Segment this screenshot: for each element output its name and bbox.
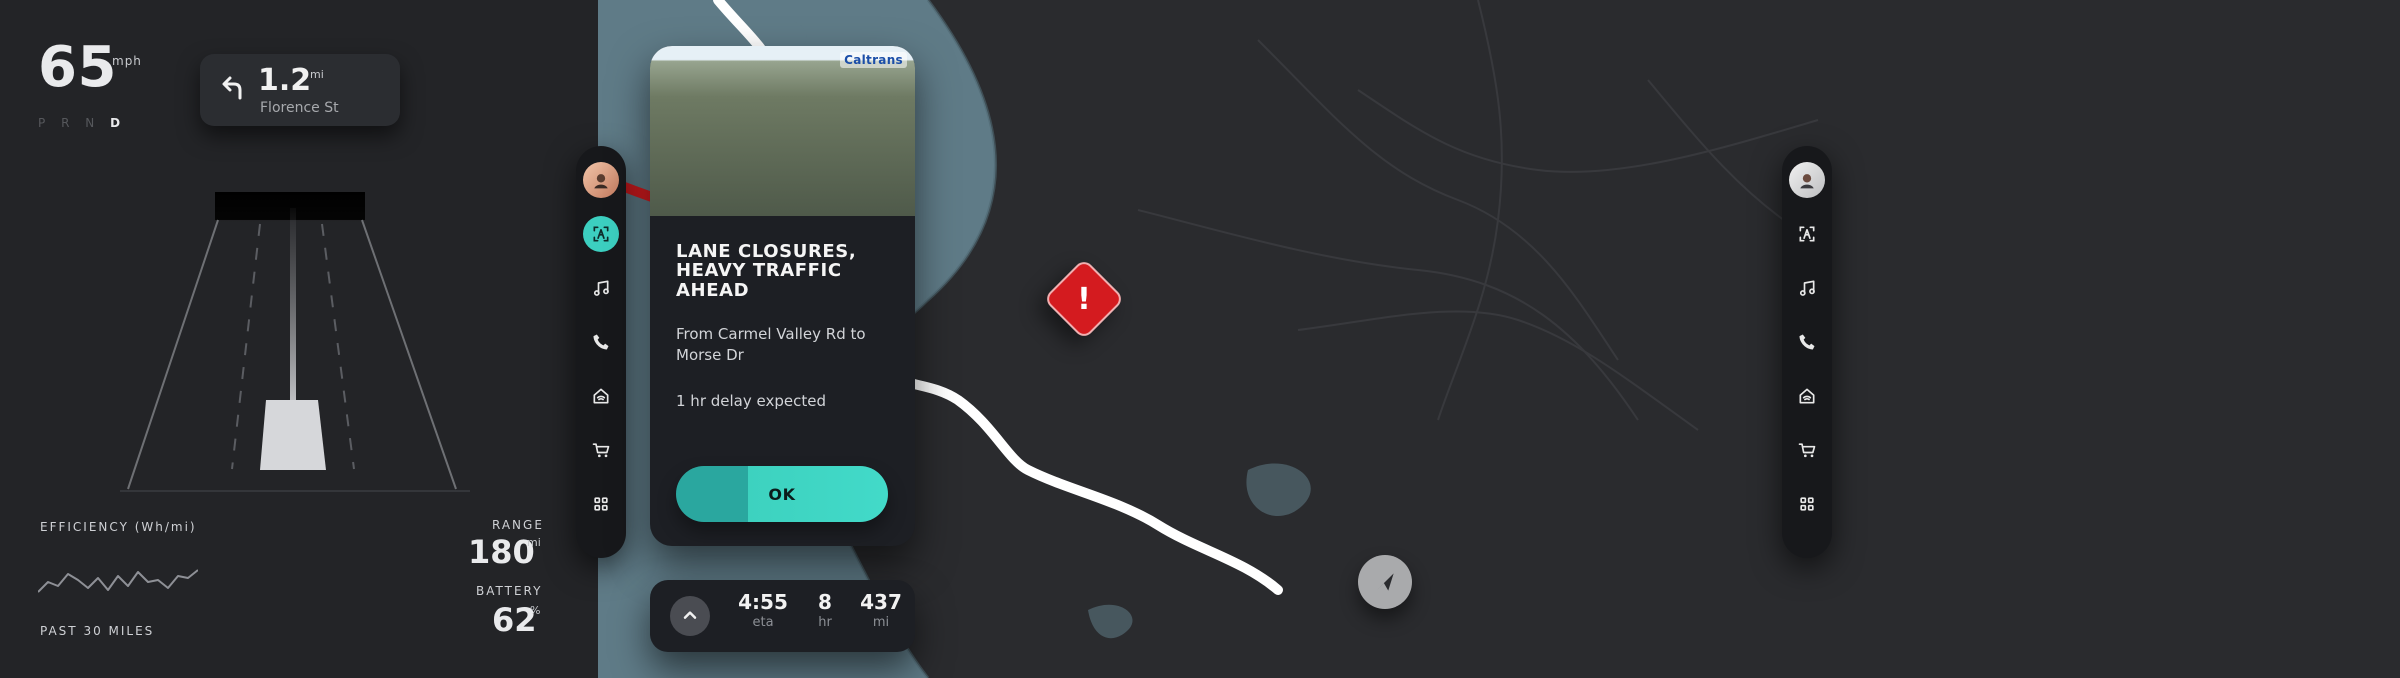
assistant-icon: [593, 226, 609, 242]
eta-time: 4:55 eta: [728, 592, 798, 634]
efficiency-sparkline: [37, 560, 199, 600]
traffic-camera-image: Caltrans: [650, 46, 915, 216]
chevron-up-icon: [683, 611, 697, 619]
turn-distance-unit: mi: [310, 68, 324, 81]
speed-value: 65: [38, 35, 117, 100]
warning-icon: !: [1077, 281, 1091, 317]
turn-distance: 1.2: [258, 63, 312, 98]
home-button[interactable]: [583, 378, 619, 414]
avatar-icon: [594, 174, 608, 189]
music-button[interactable]: [583, 270, 619, 306]
grid-icon: [594, 497, 608, 511]
eta-miles: 437 mi: [846, 592, 916, 634]
right-dock: [1782, 146, 1832, 558]
traffic-alert-card: Caltrans LANE CLOSURES, HEAVY TRAFFIC AH…: [650, 46, 915, 546]
alert-body: From Carmel Valley Rd to Morse Dr: [676, 325, 866, 364]
gear-d: D: [110, 116, 127, 130]
current-location-marker: [1358, 555, 1412, 609]
apps-button[interactable]: [583, 486, 619, 522]
eta-miles-value: 437: [860, 590, 902, 614]
lane-visualization: [120, 184, 470, 504]
eta-miles-label: mi: [872, 615, 890, 630]
past-30-miles-label: PAST 30 MILES: [40, 624, 155, 638]
navigation-arrow-icon: [1376, 573, 1394, 591]
music-button-right[interactable]: [1789, 270, 1825, 306]
range-label: RANGE: [492, 518, 544, 532]
left-dock: [576, 146, 626, 558]
profile-avatar-right[interactable]: [1789, 162, 1825, 198]
cart-icon: [1798, 443, 1816, 458]
battery-label: BATTERY: [476, 584, 543, 598]
phone-button-right[interactable]: [1789, 324, 1825, 360]
alert-delay: 1 hr delay expected: [676, 392, 826, 410]
shopping-button[interactable]: [583, 432, 619, 468]
phone-icon: [593, 334, 609, 350]
shopping-button-right[interactable]: [1789, 432, 1825, 468]
apps-button-right[interactable]: [1789, 486, 1825, 522]
grid-icon: [1800, 497, 1814, 511]
range-value: 180: [468, 533, 535, 571]
turn-street: Florence St: [260, 100, 339, 116]
turn-left-icon: [218, 72, 246, 100]
left-dashboard: 65 mph P R N D 1.2 mi Florence St EFFICI…: [0, 0, 598, 678]
cart-icon: [592, 443, 610, 458]
home-icon: [1799, 388, 1815, 404]
gear-n: N: [85, 116, 101, 130]
assistant-icon: [1799, 226, 1815, 242]
assistant-button[interactable]: [583, 216, 619, 252]
profile-avatar[interactable]: [583, 162, 619, 198]
music-icon: [1799, 280, 1815, 296]
gear-selector: P R N D: [38, 116, 126, 130]
eta-time-label: eta: [752, 615, 774, 630]
alert-title: LANE CLOSURES, HEAVY TRAFFIC AHEAD: [676, 241, 857, 301]
gear-r: R: [61, 116, 76, 130]
avatar-icon: [1800, 174, 1814, 189]
eta-time-value: 4:55: [738, 590, 788, 614]
home-button-right[interactable]: [1789, 378, 1825, 414]
music-icon: [593, 280, 609, 296]
expand-button[interactable]: [670, 596, 710, 636]
range-unit: mi: [527, 536, 541, 549]
next-turn-card: 1.2 mi Florence St: [200, 54, 400, 126]
assistant-button-right[interactable]: [1789, 216, 1825, 252]
phone-button[interactable]: [583, 324, 619, 360]
battery-unit: %: [530, 604, 541, 617]
trip-eta-bar: 4:55 eta 8 hr 437 mi: [650, 580, 915, 652]
camera-brand: Caltrans: [840, 52, 907, 68]
home-icon: [593, 388, 609, 404]
phone-icon: [1799, 334, 1815, 350]
efficiency-label: EFFICIENCY (Wh/mi): [40, 520, 197, 534]
ok-button[interactable]: OK: [676, 466, 888, 522]
speed-unit: mph: [112, 54, 142, 68]
gear-p: P: [38, 116, 52, 130]
